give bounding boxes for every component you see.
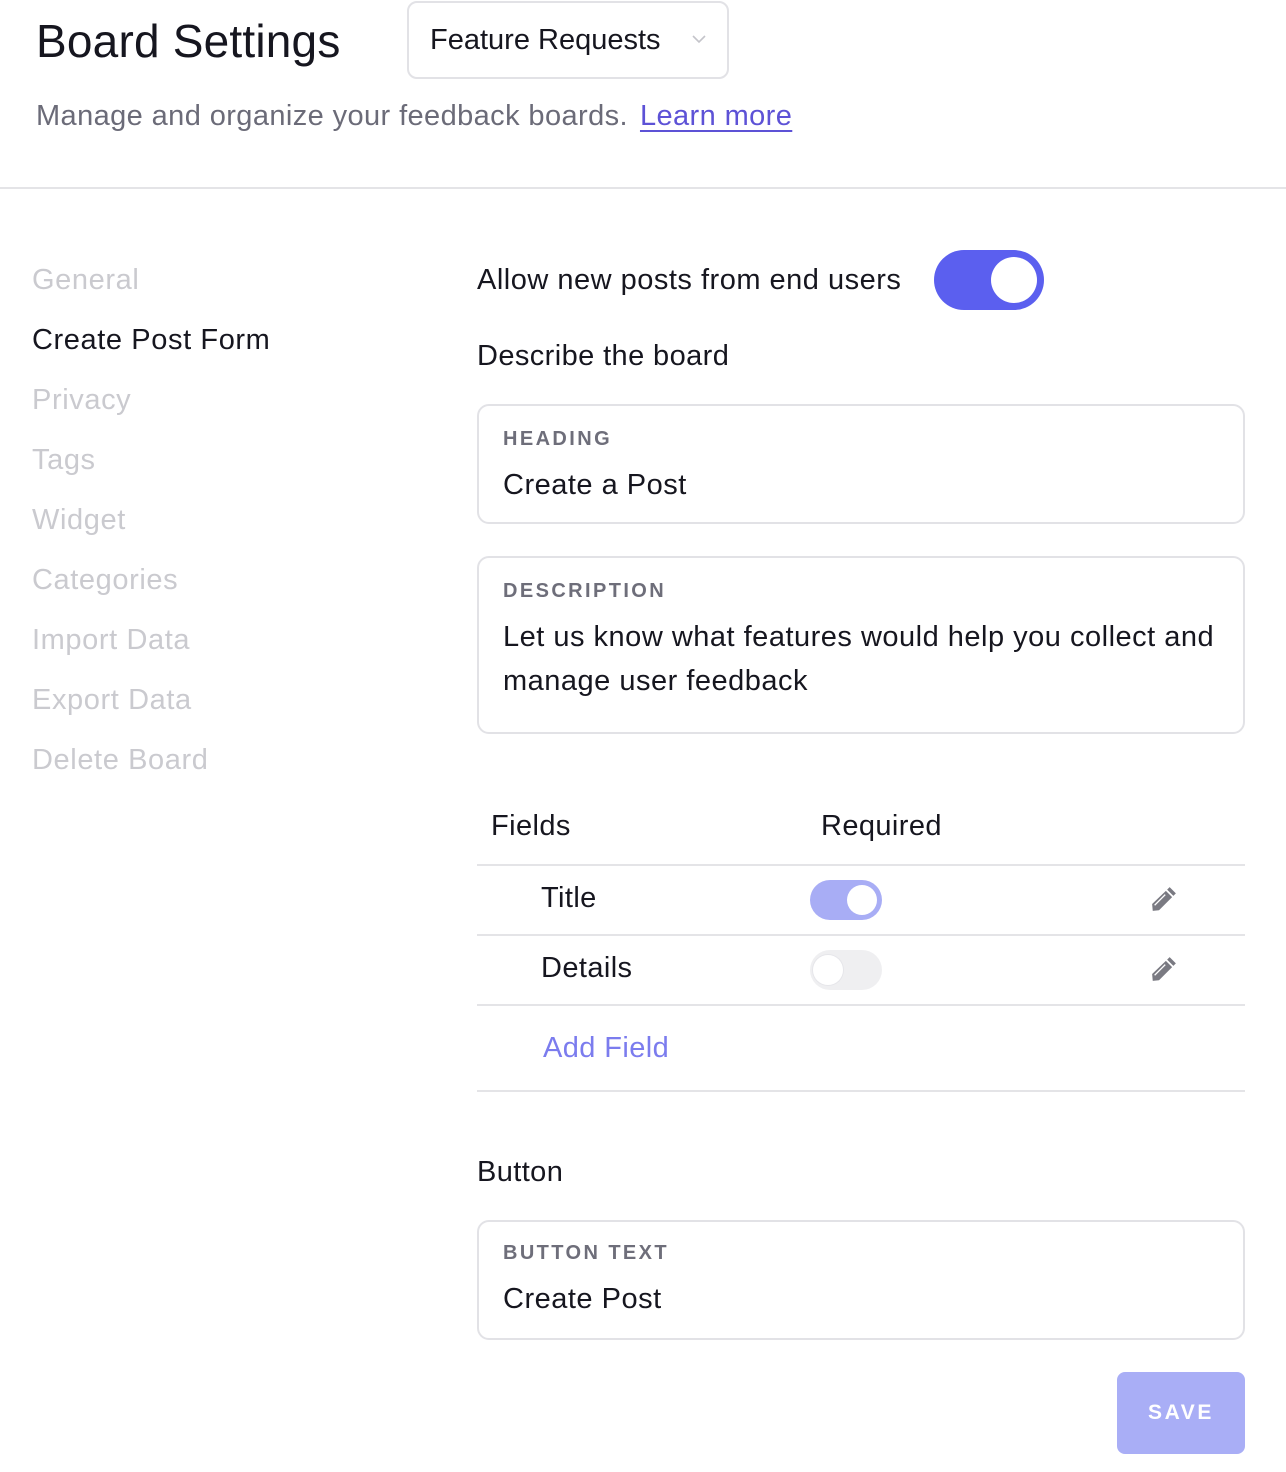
fields-table-header: Fields Required — [477, 800, 1245, 866]
sidebar-item-export-data[interactable]: Export Data — [32, 670, 270, 730]
col-required: Required — [821, 810, 942, 842]
heading-input[interactable]: Create a Post — [503, 463, 1219, 507]
board-select[interactable]: Feature Requests — [407, 1, 729, 79]
chevron-down-icon — [692, 35, 706, 44]
page-header: Board Settings Feature Requests Manage a… — [0, 0, 1286, 189]
button-text-caption: BUTTON TEXT — [503, 1242, 670, 1264]
table-row: Details — [477, 936, 1245, 1006]
field-name: Details — [541, 952, 633, 984]
heading-caption: HEADING — [503, 428, 613, 450]
allow-posts-toggle[interactable] — [934, 250, 1045, 310]
button-text-field[interactable]: BUTTON TEXT Create Post — [477, 1220, 1245, 1340]
sidebar-item-import-data[interactable]: Import Data — [32, 610, 270, 670]
button-text-input[interactable]: Create Post — [503, 1277, 1219, 1321]
sidebar-item-tags[interactable]: Tags — [32, 430, 270, 490]
description-field[interactable]: DESCRIPTION Let us know what features wo… — [477, 556, 1245, 734]
sidebar-item-create-post-form[interactable]: Create Post Form — [32, 310, 270, 370]
description-caption: DESCRIPTION — [503, 580, 667, 602]
sidebar-item-privacy[interactable]: Privacy — [32, 370, 270, 430]
add-field-row: Add Field — [477, 1006, 1245, 1092]
allow-posts-label: Allow new posts from end users — [477, 263, 902, 296]
describe-board-label: Describe the board — [477, 340, 730, 372]
pencil-icon[interactable] — [1149, 954, 1179, 984]
allow-posts-row: Allow new posts from end users — [477, 250, 1045, 310]
button-section-label: Button — [477, 1156, 564, 1188]
sidebar-item-widget[interactable]: Widget — [32, 490, 270, 550]
pencil-icon[interactable] — [1149, 884, 1179, 914]
sidebar-item-delete-board[interactable]: Delete Board — [32, 730, 270, 790]
add-field-link[interactable]: Add Field — [543, 1032, 669, 1065]
heading-field[interactable]: HEADING Create a Post — [477, 404, 1245, 524]
field-name: Title — [541, 882, 597, 914]
page-subtitle: Manage and organize your feedback boards… — [36, 100, 792, 133]
toggle-knob — [991, 257, 1038, 303]
table-row: Title — [477, 866, 1245, 936]
learn-more-link[interactable]: Learn more — [640, 100, 792, 132]
col-fields: Fields — [491, 810, 571, 842]
fields-table: Fields Required Title Details Add Field — [477, 800, 1245, 1092]
toggle-knob — [813, 955, 843, 985]
settings-sidebar: General Create Post Form Privacy Tags Wi… — [32, 250, 270, 790]
board-select-value: Feature Requests — [430, 23, 661, 56]
required-toggle[interactable] — [810, 880, 882, 920]
page-title: Board Settings — [36, 15, 341, 67]
sidebar-item-general[interactable]: General — [32, 250, 270, 310]
description-input[interactable]: Let us know what features would help you… — [503, 615, 1219, 703]
sidebar-item-categories[interactable]: Categories — [32, 550, 270, 610]
save-button[interactable]: SAVE — [1117, 1372, 1245, 1454]
required-toggle[interactable] — [810, 950, 882, 990]
subtitle-text: Manage and organize your feedback boards… — [36, 100, 628, 132]
toggle-knob — [847, 885, 877, 915]
